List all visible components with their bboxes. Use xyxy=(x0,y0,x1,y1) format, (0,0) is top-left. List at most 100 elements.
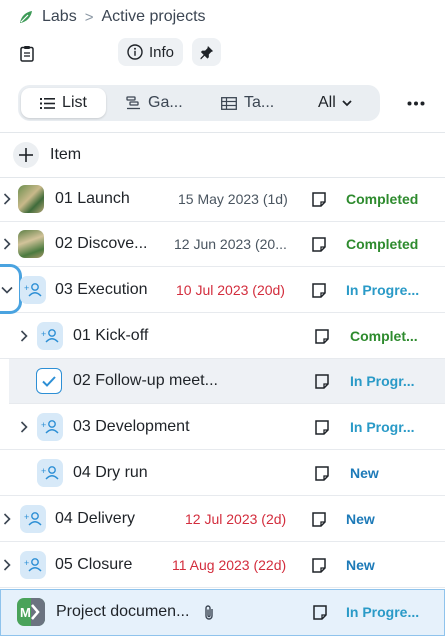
row-date: 10 Jul 2023 (20d) xyxy=(176,282,285,298)
app-logo: M xyxy=(17,598,45,626)
svg-text:+: + xyxy=(24,283,29,293)
svg-text:M: M xyxy=(20,605,31,620)
view-tab-gantt-label: Ga... xyxy=(148,94,183,111)
filter-dropdown[interactable]: All xyxy=(318,88,352,118)
svg-text:+: + xyxy=(24,558,29,568)
row-date: 12 Jul 2023 (2d) xyxy=(185,511,287,527)
checkbox-checked[interactable] xyxy=(36,368,62,394)
row-title[interactable]: 03 Execution xyxy=(55,281,148,299)
table-icon xyxy=(221,96,237,110)
list-row-04-dry-run[interactable]: + 04 Dry run New xyxy=(0,451,445,496)
expand-chevron-icon[interactable] xyxy=(17,327,31,345)
view-tab-table[interactable]: Ta... xyxy=(221,88,274,118)
list-icon xyxy=(40,97,56,109)
expand-chevron-icon[interactable] xyxy=(0,556,14,574)
list-row-04-delivery[interactable]: + 04 Delivery 12 Jul 2023 (2d) New xyxy=(0,497,445,542)
gantt-icon xyxy=(126,96,140,110)
note-icon[interactable] xyxy=(310,281,328,299)
row-title[interactable]: 01 Kick-off xyxy=(73,327,148,345)
more-options-button[interactable] xyxy=(404,93,428,113)
expand-chevron-icon[interactable] xyxy=(0,190,14,208)
breadcrumb: Labs > Active projects xyxy=(18,6,206,28)
list-row-01-kick-off[interactable]: + 01 Kick-off Complet... xyxy=(0,314,445,359)
note-icon[interactable] xyxy=(313,327,331,345)
note-icon[interactable] xyxy=(313,418,331,436)
breadcrumb-root[interactable]: Labs xyxy=(42,8,77,26)
collapse-chevron-icon[interactable] xyxy=(0,281,14,299)
breadcrumb-current: Active projects xyxy=(101,8,206,25)
expand-chevron-icon[interactable] xyxy=(0,235,14,253)
status-badge[interactable]: Completed xyxy=(346,236,418,252)
info-button[interactable]: Info xyxy=(118,38,184,66)
add-item-row[interactable]: Item xyxy=(0,133,445,177)
list-row-05-closure[interactable]: + 05 Closure 11 Aug 2023 (22d) New xyxy=(0,543,445,588)
view-tab-gantt[interactable]: Ga... xyxy=(126,88,183,118)
row-date: 11 Aug 2023 (22d) xyxy=(172,557,287,573)
note-icon[interactable] xyxy=(310,190,328,208)
status-badge[interactable]: New xyxy=(350,465,379,481)
list-row-01-launch[interactable]: 01 Launch 15 May 2023 (1d) Completed xyxy=(0,177,445,222)
note-icon[interactable] xyxy=(310,235,328,253)
top-toolbar: Info xyxy=(0,38,445,68)
assign-user-icon[interactable]: + xyxy=(20,551,46,579)
list-row-02-follow-up[interactable]: 02 Follow-up meet... In Progr... xyxy=(9,359,445,404)
list-row-03-execution[interactable]: + 03 Execution 10 Jul 2023 (20d) In Prog… xyxy=(0,264,445,314)
assign-user-icon[interactable]: + xyxy=(20,276,46,304)
status-badge[interactable]: In Progre... xyxy=(346,282,419,298)
row-title[interactable]: 04 Dry run xyxy=(73,464,148,482)
pin-icon xyxy=(200,45,214,60)
assign-user-icon[interactable]: + xyxy=(37,413,63,441)
list-row-project-documents[interactable]: M Project documen... In Progre... xyxy=(0,589,445,636)
photo-thumbnail xyxy=(18,230,44,258)
note-icon[interactable] xyxy=(310,510,328,528)
svg-text:+: + xyxy=(41,420,46,430)
leaf-icon xyxy=(20,11,32,23)
status-badge[interactable]: In Progre... xyxy=(346,604,419,620)
status-badge[interactable]: New xyxy=(346,557,375,573)
note-icon[interactable] xyxy=(313,464,331,482)
clipboard-icon xyxy=(20,45,34,62)
assign-user-icon[interactable]: + xyxy=(37,322,63,350)
view-switcher: List Ga... Ta... All xyxy=(18,85,380,121)
status-badge[interactable]: In Progr... xyxy=(350,373,415,389)
info-label: Info xyxy=(149,43,175,61)
row-title[interactable]: 04 Delivery xyxy=(55,510,135,528)
note-icon[interactable] xyxy=(311,603,329,621)
note-icon[interactable] xyxy=(313,372,331,390)
chevron-down-icon xyxy=(342,99,352,106)
row-title[interactable]: 02 Discove... xyxy=(55,235,147,253)
list-row-03-development[interactable]: + 03 Development In Progr... xyxy=(0,405,445,450)
pin-button[interactable] xyxy=(192,38,221,66)
status-badge[interactable]: New xyxy=(346,511,375,527)
svg-text:+: + xyxy=(41,466,46,476)
view-tab-list-label: List xyxy=(62,94,87,111)
svg-text:+: + xyxy=(41,329,46,339)
add-item-label: Item xyxy=(50,146,82,163)
view-tab-list[interactable]: List xyxy=(21,88,106,118)
list-row-02-discovery[interactable]: 02 Discove... 12 Jun 2023 (20... Complet… xyxy=(0,222,445,267)
svg-text:+: + xyxy=(24,512,29,522)
info-icon xyxy=(127,44,143,60)
expand-chevron-icon[interactable] xyxy=(0,510,14,528)
breadcrumb-separator: > xyxy=(84,8,94,26)
row-title[interactable]: Project documen... xyxy=(56,603,189,621)
row-date: 12 Jun 2023 (20... xyxy=(174,236,287,252)
attachment-icon[interactable] xyxy=(200,603,218,621)
filter-label: All xyxy=(318,94,336,111)
assign-user-icon[interactable]: + xyxy=(20,505,46,533)
status-badge[interactable]: In Progr... xyxy=(350,419,415,435)
row-title[interactable]: 01 Launch xyxy=(55,190,130,208)
expand-chevron-icon[interactable] xyxy=(17,418,31,436)
status-badge[interactable]: Complet... xyxy=(350,328,418,344)
row-title[interactable]: 02 Follow-up meet... xyxy=(73,372,218,390)
note-icon[interactable] xyxy=(310,556,328,574)
assign-user-icon[interactable]: + xyxy=(37,459,63,487)
plus-icon xyxy=(19,148,33,162)
add-item-button[interactable] xyxy=(13,142,39,168)
row-title[interactable]: 03 Development xyxy=(73,418,190,436)
clipboard-button[interactable] xyxy=(16,42,38,64)
checkmark-icon xyxy=(42,375,56,387)
status-badge[interactable]: Completed xyxy=(346,191,418,207)
row-title[interactable]: 05 Closure xyxy=(55,556,132,574)
more-horizontal-icon xyxy=(407,101,425,105)
